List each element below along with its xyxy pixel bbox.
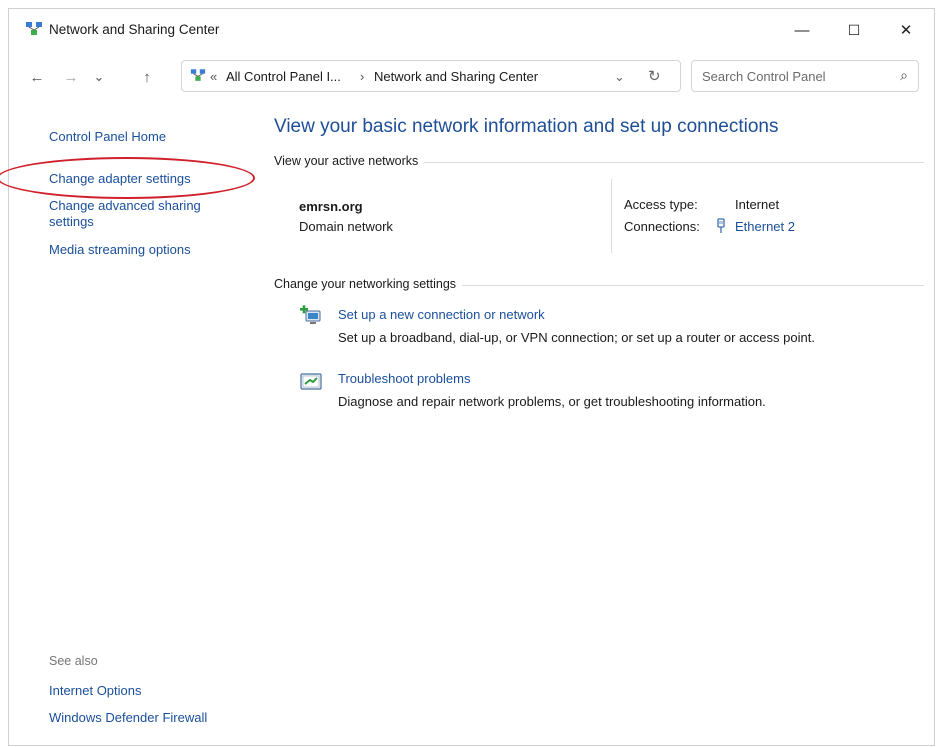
- connections-label: Connections:: [624, 219, 700, 234]
- network-info-divider: [611, 179, 612, 253]
- sidebar-item-control-panel-home[interactable]: Control Panel Home: [49, 129, 166, 145]
- network-sharing-center-window: Network and Sharing Center — ☐ ✕ ← → ⌄ ↑…: [0, 8, 935, 746]
- maximize-button[interactable]: ☐: [831, 15, 877, 45]
- new-connection-icon: [299, 305, 323, 329]
- forward-arrow-icon[interactable]: →: [61, 67, 81, 87]
- see-also-internet-options[interactable]: Internet Options: [49, 683, 142, 699]
- see-also-heading: See also: [49, 654, 98, 668]
- troubleshoot-icon: [299, 370, 323, 394]
- access-type-label: Access type:: [624, 197, 698, 212]
- address-dropdown-chevron-icon[interactable]: ⌄: [614, 69, 625, 85]
- sidebar-item-media-streaming-options[interactable]: Media streaming options: [49, 242, 191, 258]
- search-icon[interactable]: ⌕: [900, 67, 908, 84]
- change-settings-label: Change your networking settings: [274, 277, 463, 291]
- network-location-icon: [190, 68, 206, 88]
- troubleshoot-problems-link[interactable]: Troubleshoot problems: [338, 371, 470, 386]
- access-type-value: Internet: [735, 197, 780, 212]
- active-networks-label: View your active networks: [274, 154, 425, 168]
- network-type: Domain network: [299, 219, 393, 234]
- breadcrumb-parent[interactable]: All Control Panel I...: [226, 69, 341, 84]
- minimize-button[interactable]: —: [779, 15, 825, 45]
- title-bar[interactable]: Network and Sharing Center — ☐ ✕: [9, 9, 934, 51]
- up-arrow-icon[interactable]: ↑: [137, 67, 157, 87]
- breadcrumb-current[interactable]: Network and Sharing Center: [374, 69, 538, 84]
- breadcrumb-separator[interactable]: ›: [360, 69, 364, 84]
- window-title: Network and Sharing Center: [49, 22, 220, 37]
- highlight-annotation-ellipse: [0, 157, 255, 199]
- back-arrow-icon[interactable]: ←: [27, 67, 47, 87]
- close-button[interactable]: ✕: [883, 15, 929, 45]
- address-bar[interactable]: « All Control Panel I... › Network and S…: [181, 60, 681, 92]
- navigation-bar: ← → ⌄ ↑ « All Control Panel I... › Netwo…: [9, 57, 934, 97]
- network-name: emrsn.org: [299, 199, 363, 214]
- sidebar-item-change-advanced-sharing-settings[interactable]: Change advanced sharing settings: [49, 198, 229, 230]
- search-input[interactable]: Search Control Panel ⌕: [691, 60, 919, 92]
- search-placeholder: Search Control Panel: [702, 69, 826, 84]
- troubleshoot-problems-description: Diagnose and repair network problems, or…: [338, 394, 766, 409]
- recent-locations-chevron-icon[interactable]: ⌄: [89, 67, 109, 87]
- setup-new-connection-link[interactable]: Set up a new connection or network: [338, 307, 545, 322]
- breadcrumb-overflow[interactable]: «: [210, 69, 217, 84]
- page-title: View your basic network information and …: [274, 116, 779, 137]
- see-also-windows-defender-firewall[interactable]: Windows Defender Firewall: [49, 710, 207, 726]
- network-app-icon: [25, 21, 43, 37]
- setup-new-connection-description: Set up a broadband, dial-up, or VPN conn…: [338, 330, 815, 345]
- connection-ethernet-link[interactable]: Ethernet 2: [735, 219, 795, 234]
- ethernet-icon: [715, 218, 727, 239]
- refresh-icon[interactable]: ↻: [648, 67, 661, 85]
